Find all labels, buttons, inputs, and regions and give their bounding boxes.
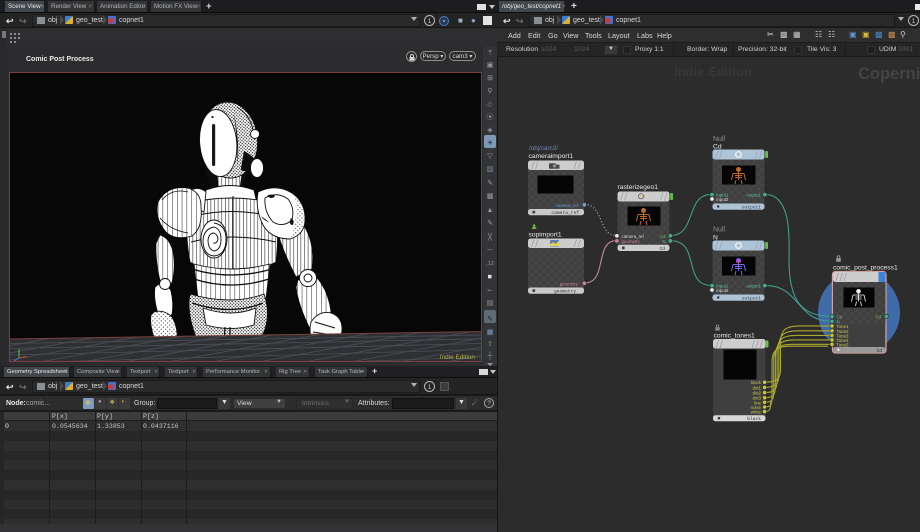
svg-text:comic_tones1: comic_tones1 <box>714 333 756 340</box>
svg-text:output1: output1 <box>742 296 762 302</box>
svg-text:output1: output1 <box>742 205 762 211</box>
svg-text:Cd: Cd <box>713 144 722 151</box>
svg-text:camera_ref: camera_ref <box>551 210 579 216</box>
svg-text:⦿: ⦿ <box>487 113 494 121</box>
svg-text:⌙: ⌙ <box>487 287 493 294</box>
svg-text:▨: ▨ <box>487 166 494 173</box>
svg-text:white: white <box>751 410 762 415</box>
svg-text:Indie Edition: Indie Edition <box>674 64 752 79</box>
svg-text:▤: ▤ <box>487 300 494 307</box>
svg-text:input2: input2 <box>716 288 729 293</box>
svg-text:rasterizegeo1: rasterizegeo1 <box>618 184 659 191</box>
svg-text:⇧: ⇧ <box>487 340 493 348</box>
svg-text:Copernicus: Copernicus <box>858 65 920 83</box>
svg-text:/obj/cam3/: /obj/cam3/ <box>529 145 558 152</box>
svg-text:Cd: Cd <box>875 314 881 319</box>
svg-text:⚲: ⚲ <box>487 87 492 95</box>
svg-text:⊞: ⊞ <box>487 75 493 82</box>
svg-text:Null: Null <box>713 136 726 143</box>
svg-text:geometry: geometry <box>554 289 576 295</box>
svg-text:╳: ╳ <box>487 232 493 241</box>
svg-text:black: black <box>747 416 761 422</box>
svg-text:Tone5: Tone5 <box>837 342 850 347</box>
svg-text:▲: ▲ <box>487 207 494 214</box>
svg-text:geometry: geometry <box>622 239 641 244</box>
svg-text:input2: input2 <box>716 197 729 202</box>
svg-text:Indie Edition: Indie Edition <box>440 354 476 361</box>
svg-text:N: N <box>713 235 718 242</box>
svg-text:Cd: Cd <box>876 348 882 354</box>
svg-text:▽: ▽ <box>487 153 493 160</box>
svg-text:☀: ☀ <box>487 139 493 147</box>
svg-text:output1: output1 <box>746 284 761 289</box>
svg-text:output1: output1 <box>746 193 761 198</box>
svg-text:─: ─ <box>487 247 493 254</box>
svg-text:✎: ✎ <box>487 180 493 187</box>
svg-text:Cd: Cd <box>659 246 665 252</box>
svg-text:◈: ◈ <box>487 127 493 134</box>
svg-text:✎: ✎ <box>487 220 493 227</box>
svg-text:◽: ◽ <box>486 274 495 281</box>
svg-text:,12: ,12 <box>486 261 494 267</box>
svg-text:◇: ◇ <box>487 101 493 108</box>
svg-text:⤒: ⤒ <box>488 50 491 57</box>
svg-text:comic_post_process1: comic_post_process1 <box>833 265 898 272</box>
svg-text:cameraimport1: cameraimport1 <box>529 153 574 160</box>
svg-text:camera_ref: camera_ref <box>556 203 579 208</box>
svg-text:sopimport1: sopimport1 <box>529 232 562 239</box>
svg-text:N: N <box>662 239 665 244</box>
svg-text:geometry: geometry <box>560 282 579 287</box>
svg-text:▩: ▩ <box>487 193 494 200</box>
svg-text:┼: ┼ <box>487 351 493 361</box>
svg-text:▦: ▦ <box>487 329 494 336</box>
svg-text:▣: ▣ <box>487 62 494 69</box>
svg-text:Null: Null <box>713 227 726 234</box>
svg-text:✎: ✎ <box>487 316 493 323</box>
